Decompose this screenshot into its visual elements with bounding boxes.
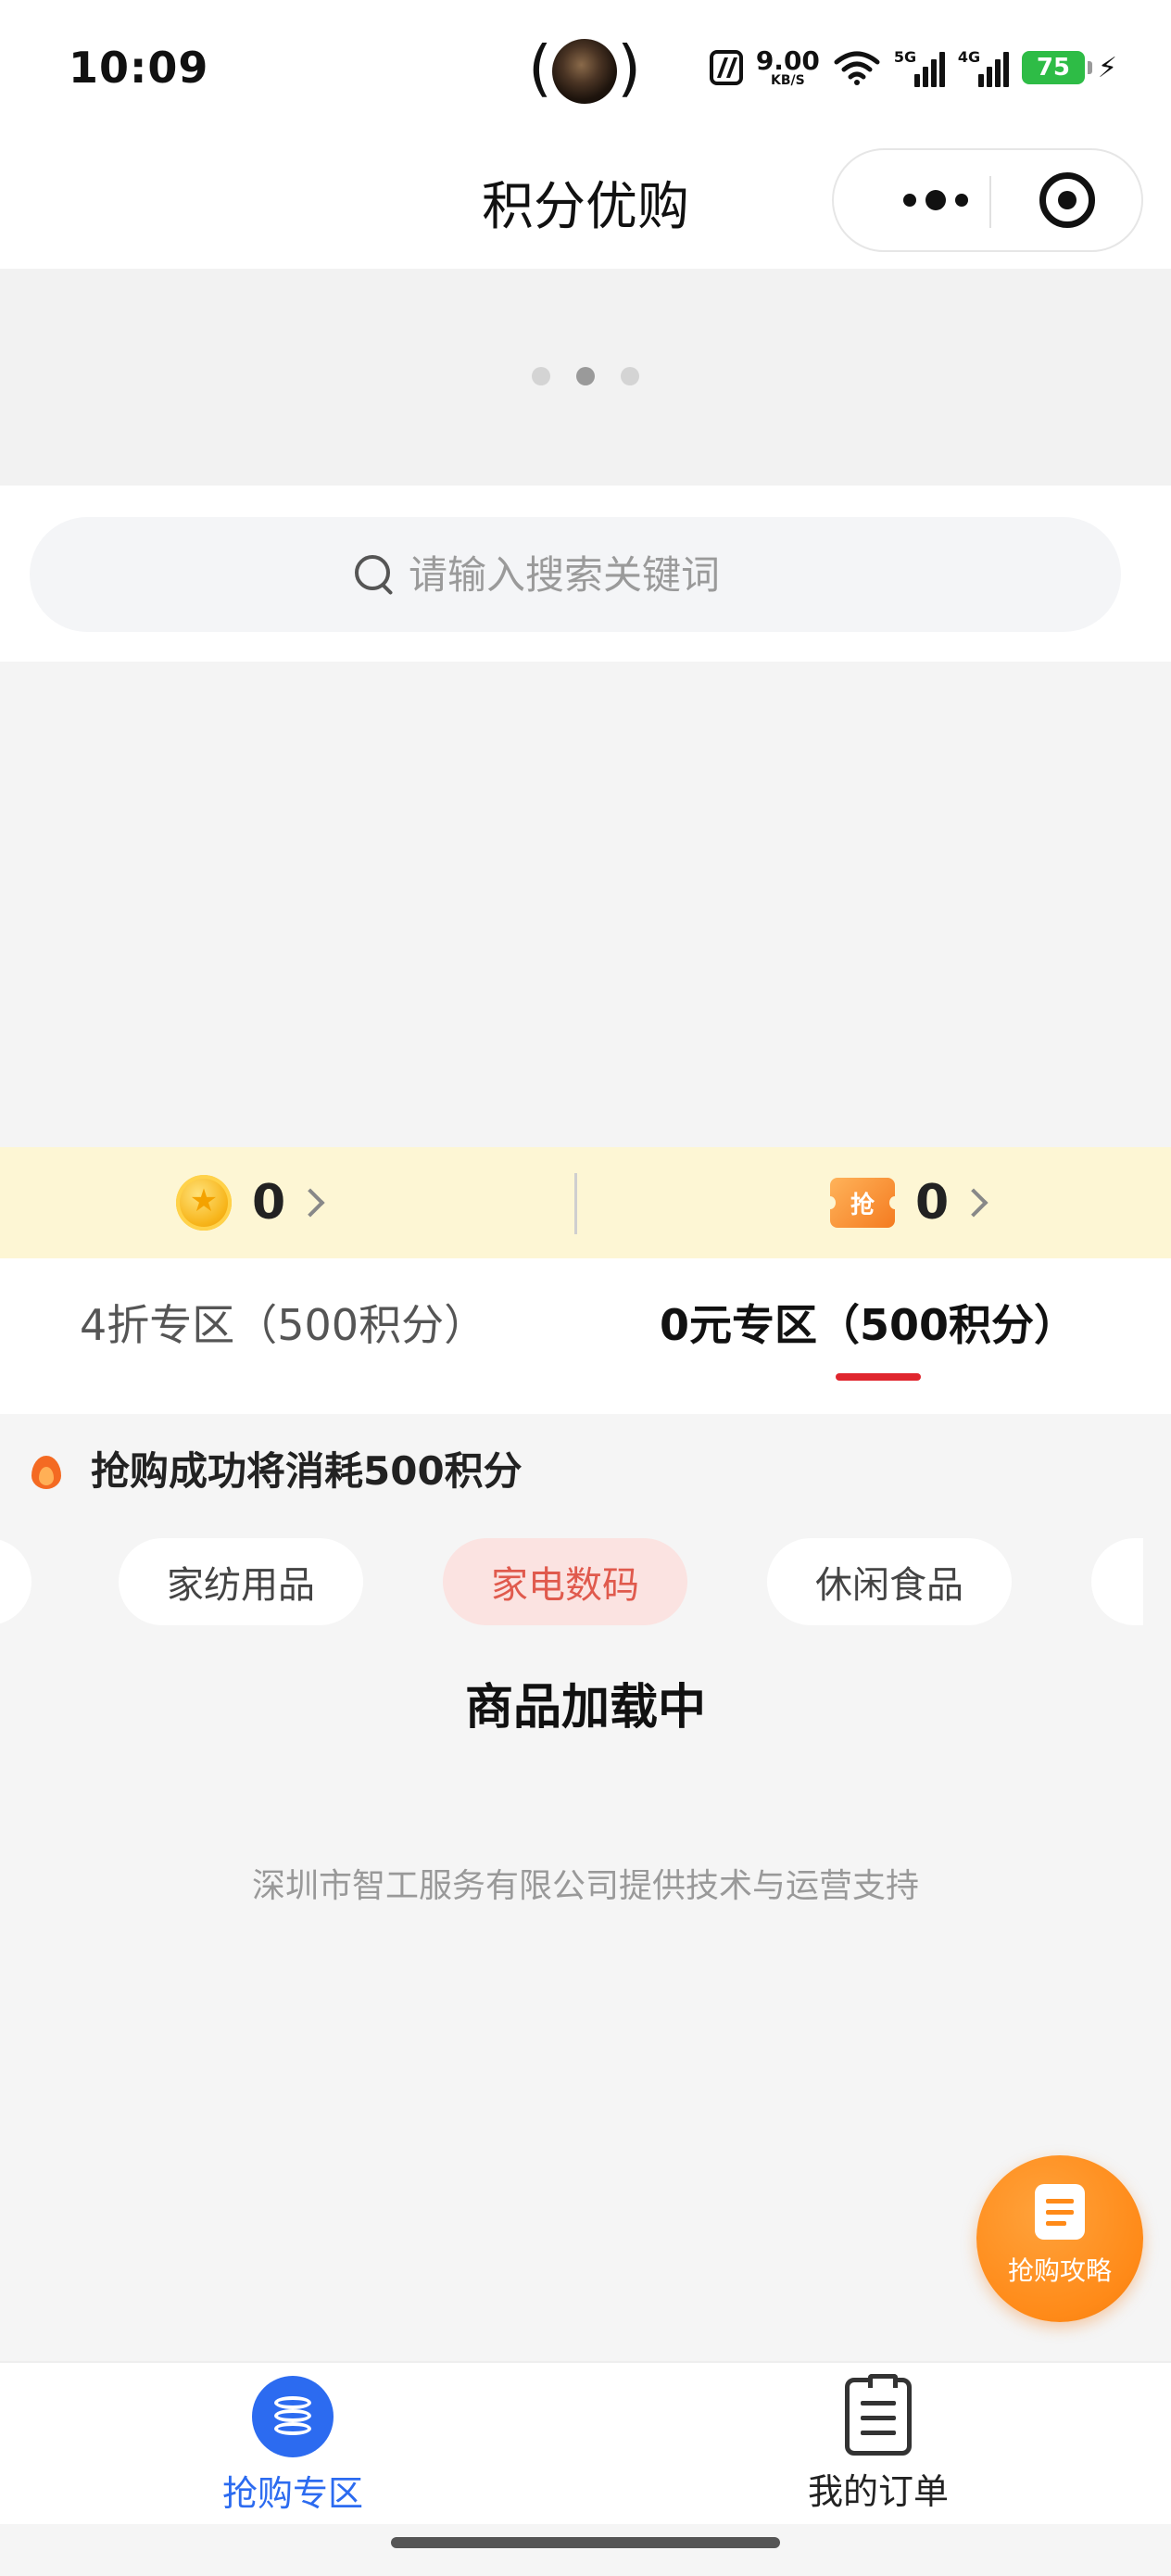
content-placeholder [0, 662, 1171, 1147]
dot-icon [903, 194, 916, 207]
tab-my-orders[interactable]: 我的订单 [739, 2374, 1017, 2514]
fire-icon [28, 1448, 65, 1489]
zone-tabs: 4折专区（500积分） 0元专区（500积分） [0, 1258, 1171, 1414]
coin-count: 0 [252, 1175, 286, 1231]
carousel-dot[interactable] [621, 367, 639, 385]
carousel-dot[interactable] [532, 367, 550, 385]
category-scroller[interactable]: 家纺用品 家电数码 休闲食品 [0, 1536, 1171, 1629]
coin-icon [176, 1175, 232, 1231]
camera-cutout: ( ) [528, 32, 641, 104]
close-miniprogram-button[interactable] [1039, 172, 1095, 228]
network-speed: 9.00 KB/S [755, 45, 820, 88]
active-tab-indicator [836, 1373, 921, 1381]
loading-text: 商品加载中 [464, 1680, 706, 1736]
signal-4g-icon: 4G [958, 48, 1009, 87]
target-icon [1058, 191, 1077, 209]
ticket-icon: 抢 [825, 1178, 900, 1228]
category-chip-partial[interactable] [0, 1538, 31, 1625]
points-bar: 0 抢 0 [0, 1147, 1171, 1258]
search-bar[interactable] [30, 517, 1121, 632]
carousel-dot-active[interactable] [576, 367, 595, 385]
database-icon [252, 2376, 334, 2457]
chevron-right-icon [296, 1188, 325, 1218]
tab-discount-zone[interactable]: 4折专区（500积分） [80, 1292, 486, 1353]
search-input[interactable] [409, 551, 798, 598]
notice-text: 抢购成功将消耗500积分 [91, 1448, 523, 1494]
ticket-count: 0 [915, 1175, 950, 1231]
carousel-indicator [0, 367, 1171, 385]
status-icons: 9.00 KB/S 5G 4G 75 ⚡ [709, 45, 1117, 89]
tab-rush-zone[interactable]: 抢购专区 [154, 2376, 432, 2516]
battery-icon: 75 [1021, 51, 1092, 84]
miniprogram-capsule [832, 148, 1143, 252]
capsule-divider [989, 176, 991, 228]
notice: 抢购成功将消耗500积分 [28, 1440, 523, 1496]
order-list-icon [845, 2374, 912, 2456]
signal-5g-icon: 5G [894, 48, 945, 87]
category-chip[interactable]: 休闲食品 [767, 1538, 1012, 1625]
wifi-icon [833, 49, 881, 86]
search-icon [353, 553, 396, 596]
charging-icon: ⚡ [1097, 51, 1117, 84]
dot-icon [955, 194, 968, 207]
status-bar: 10:09 ( ) 9.00 KB/S 5G 4G 75 ⚡ [0, 0, 1171, 139]
support-note: 深圳市智工服务有限公司提供技术与运营支持 [251, 1867, 919, 1905]
banner-carousel[interactable] [0, 269, 1171, 486]
strategy-float-button[interactable]: 抢购攻略 [976, 2155, 1143, 2322]
status-time: 10:09 [69, 43, 209, 93]
category-chip[interactable]: 家纺用品 [119, 1538, 363, 1625]
tab-rush-zone-label: 抢购专区 [221, 2473, 363, 2514]
more-options-button[interactable] [880, 150, 991, 250]
dot-icon [925, 190, 946, 210]
scroller-edge [1143, 1536, 1171, 1629]
home-indicator[interactable] [391, 2537, 780, 2548]
chevron-right-icon [959, 1188, 988, 1218]
ticket-balance[interactable]: 抢 0 [825, 1147, 988, 1258]
strategy-label: 抢购攻略 [1007, 2255, 1112, 2286]
document-icon [1035, 2184, 1085, 2240]
nfc-icon [709, 50, 743, 85]
bottom-tab-bar: 抢购专区 我的订单 [0, 2361, 1171, 2524]
coin-balance[interactable]: 0 [176, 1147, 325, 1258]
camera-lens-icon [552, 39, 617, 104]
tab-my-orders-label: 我的订单 [807, 2471, 949, 2512]
tab-free-zone[interactable]: 0元专区（500积分） [660, 1292, 1077, 1353]
page: 10:09 ( ) 9.00 KB/S 5G 4G 75 ⚡ 积分优购 请输入搜… [0, 0, 1171, 2576]
nav-bar: 积分优购 [0, 139, 1171, 269]
search-section [0, 486, 1171, 662]
category-chip-active[interactable]: 家电数码 [443, 1538, 687, 1625]
points-divider [574, 1173, 577, 1234]
